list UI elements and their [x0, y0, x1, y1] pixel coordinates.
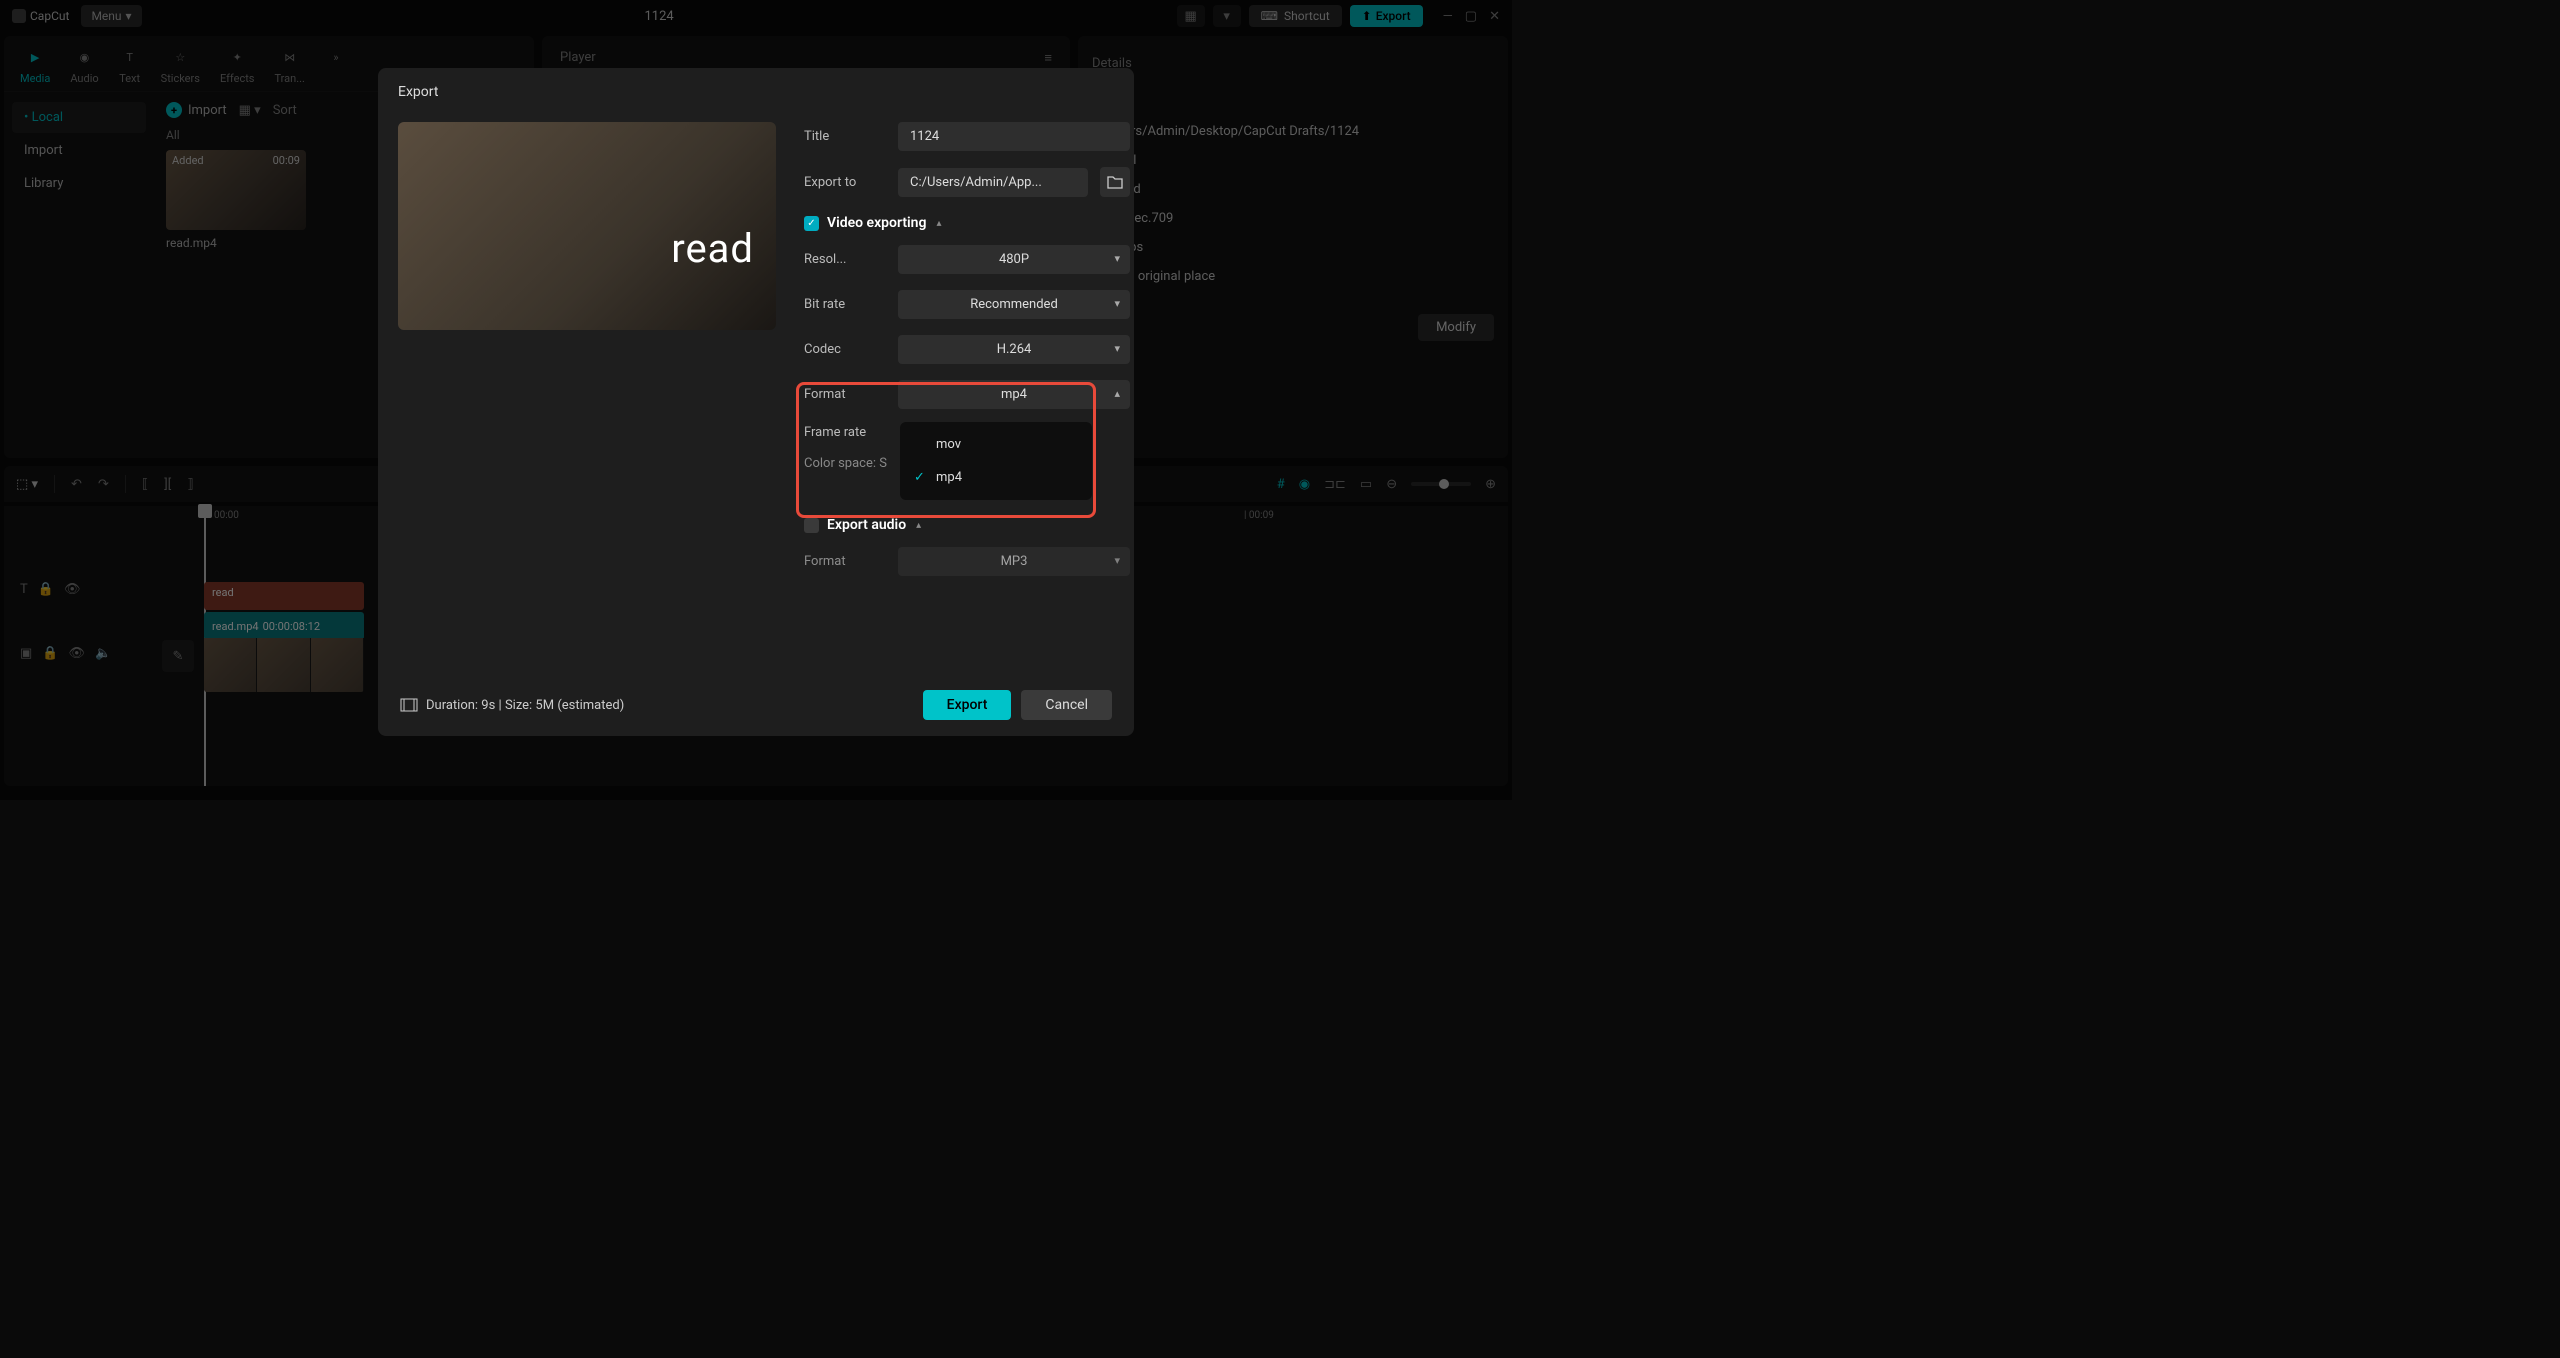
exportto-input[interactable]: [898, 168, 1088, 197]
export-form: Title Export to ✓ Video exporting ▴ Reso…: [804, 122, 1134, 674]
audio-format-label: Format: [804, 554, 886, 569]
collapse-icon: ▴: [936, 218, 941, 229]
export-preview: read: [398, 122, 776, 330]
footer-info-text: Duration: 9s | Size: 5M (estimated): [426, 698, 624, 713]
bitrate-label: Bit rate: [804, 297, 886, 312]
export-audio-toggle[interactable]: Export audio ▴: [804, 517, 1130, 533]
format-dropdown: mov mp4: [900, 422, 1092, 500]
folder-icon: [1107, 175, 1123, 189]
exportto-label: Export to: [804, 175, 886, 190]
modal-footer: Duration: 9s | Size: 5M (estimated) Expo…: [378, 674, 1134, 736]
format-option-mov[interactable]: mov: [900, 428, 1092, 461]
title-input[interactable]: [898, 122, 1130, 151]
audio-format-select[interactable]: MP3: [898, 547, 1130, 576]
video-exporting-toggle[interactable]: ✓ Video exporting ▴: [804, 215, 1130, 231]
resolution-label: Resol...: [804, 252, 886, 267]
title-label: Title: [804, 129, 886, 144]
collapse-icon: ▴: [916, 520, 921, 531]
modal-title: Export: [378, 68, 1134, 116]
export-modal: Export read Title Export to ✓ Video e: [378, 68, 1134, 736]
format-option-mp4[interactable]: mp4: [900, 461, 1092, 494]
codec-select[interactable]: H.264: [898, 335, 1130, 364]
film-icon: [400, 698, 418, 712]
modal-export-button[interactable]: Export: [923, 690, 1012, 720]
checkbox-empty-icon: [804, 518, 819, 533]
resolution-select[interactable]: 480P: [898, 245, 1130, 274]
preview-overlay-text: read: [671, 225, 754, 272]
bitrate-select[interactable]: Recommended: [898, 290, 1130, 319]
codec-label: Codec: [804, 342, 886, 357]
folder-button[interactable]: [1100, 167, 1130, 197]
modal-cancel-button[interactable]: Cancel: [1021, 690, 1112, 720]
checkbox-checked-icon: ✓: [804, 216, 819, 231]
